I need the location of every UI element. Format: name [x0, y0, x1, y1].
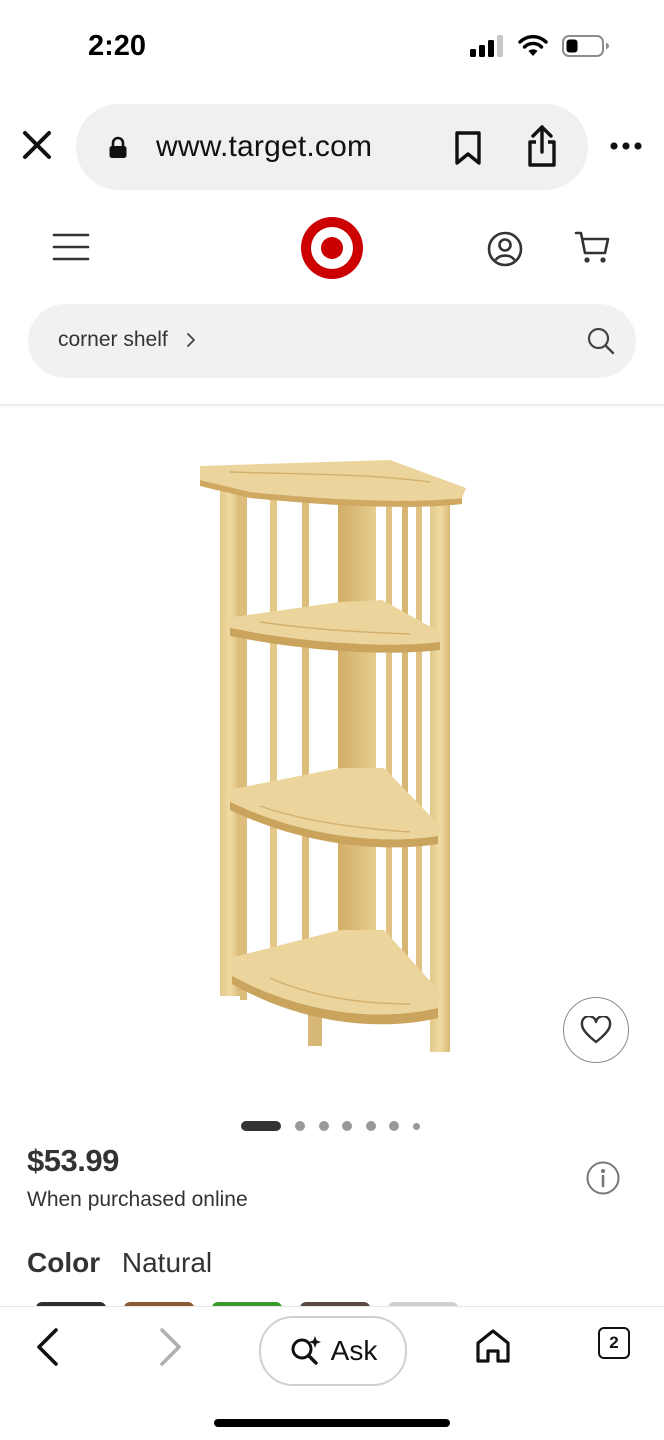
ask-label: Ask [330, 1335, 378, 1366]
wifi-icon [518, 35, 548, 56]
battery-icon [562, 35, 609, 57]
home-button[interactable] [474, 1327, 512, 1370]
bookmark-icon [455, 131, 481, 165]
account-icon [487, 231, 523, 267]
carousel-dot[interactable] [318, 1121, 329, 1131]
home-icon [476, 1329, 510, 1363]
carousel-dot[interactable] [342, 1121, 352, 1131]
tab-count: 2 [609, 1333, 619, 1352]
forward-icon [160, 1328, 181, 1366]
ask-button[interactable]: Ask [259, 1316, 407, 1386]
browser-address-bar: www.target.com [0, 102, 664, 192]
carousel-dot[interactable] [365, 1121, 376, 1131]
header-divider [0, 404, 664, 408]
url-field[interactable]: www.target.com [76, 104, 588, 190]
status-icons [470, 34, 610, 58]
menu-icon [52, 233, 90, 261]
cellular-signal-icon [470, 35, 503, 57]
favorite-button[interactable] [563, 997, 629, 1063]
product-price: $53.99 [27, 1143, 119, 1178]
back-button[interactable] [34, 1327, 60, 1372]
price-note: When purchased online [27, 1188, 248, 1211]
color-label: Color [27, 1247, 101, 1278]
page: 2:20 www.target.com corner shelf $53.99 … [0, 0, 664, 1440]
close-icon [23, 131, 51, 159]
color-value: Natural [121, 1247, 213, 1278]
forward-button[interactable] [158, 1327, 184, 1372]
back-icon [37, 1328, 58, 1366]
account-button[interactable] [486, 230, 524, 273]
cart-icon [574, 231, 610, 263]
search-button[interactable] [586, 326, 616, 361]
info-icon [586, 1161, 620, 1195]
more-button[interactable] [610, 138, 642, 156]
cart-button[interactable] [574, 228, 612, 271]
search-icon [587, 327, 615, 355]
carousel-dot[interactable] [389, 1121, 399, 1131]
lock-icon [109, 136, 127, 158]
status-time: 2:20 [88, 30, 147, 62]
more-icon [610, 142, 642, 150]
product-image[interactable] [190, 452, 480, 1062]
site-header [0, 212, 664, 288]
ai-search-icon [291, 1336, 321, 1365]
menu-button[interactable] [52, 232, 90, 267]
close-button[interactable] [20, 128, 56, 164]
target-logo[interactable] [300, 216, 364, 285]
share-button[interactable] [526, 124, 558, 173]
home-indicator[interactable] [214, 1419, 450, 1427]
status-bar: 2:20 [0, 0, 664, 96]
tabs-button[interactable]: 2 [598, 1327, 630, 1359]
browser-toolbar: Ask 2 [0, 1306, 664, 1440]
search-query: corner shelf [58, 328, 168, 351]
bookmark-button[interactable] [454, 130, 482, 171]
heart-icon [580, 1016, 612, 1044]
chevron-right-icon [187, 333, 195, 347]
target-logo-icon [301, 217, 363, 279]
color-selector: Color Natural [27, 1247, 212, 1279]
search-bar[interactable]: corner shelf [28, 304, 636, 378]
url-text: www.target.com [156, 130, 373, 163]
image-carousel-dots[interactable] [241, 1120, 420, 1132]
carousel-dot[interactable] [295, 1121, 305, 1131]
carousel-dot-active[interactable] [241, 1121, 281, 1131]
corner-shelf-image [200, 460, 466, 1052]
carousel-dot[interactable] [412, 1122, 420, 1130]
share-icon [528, 125, 556, 167]
price-info-button[interactable] [585, 1160, 621, 1201]
